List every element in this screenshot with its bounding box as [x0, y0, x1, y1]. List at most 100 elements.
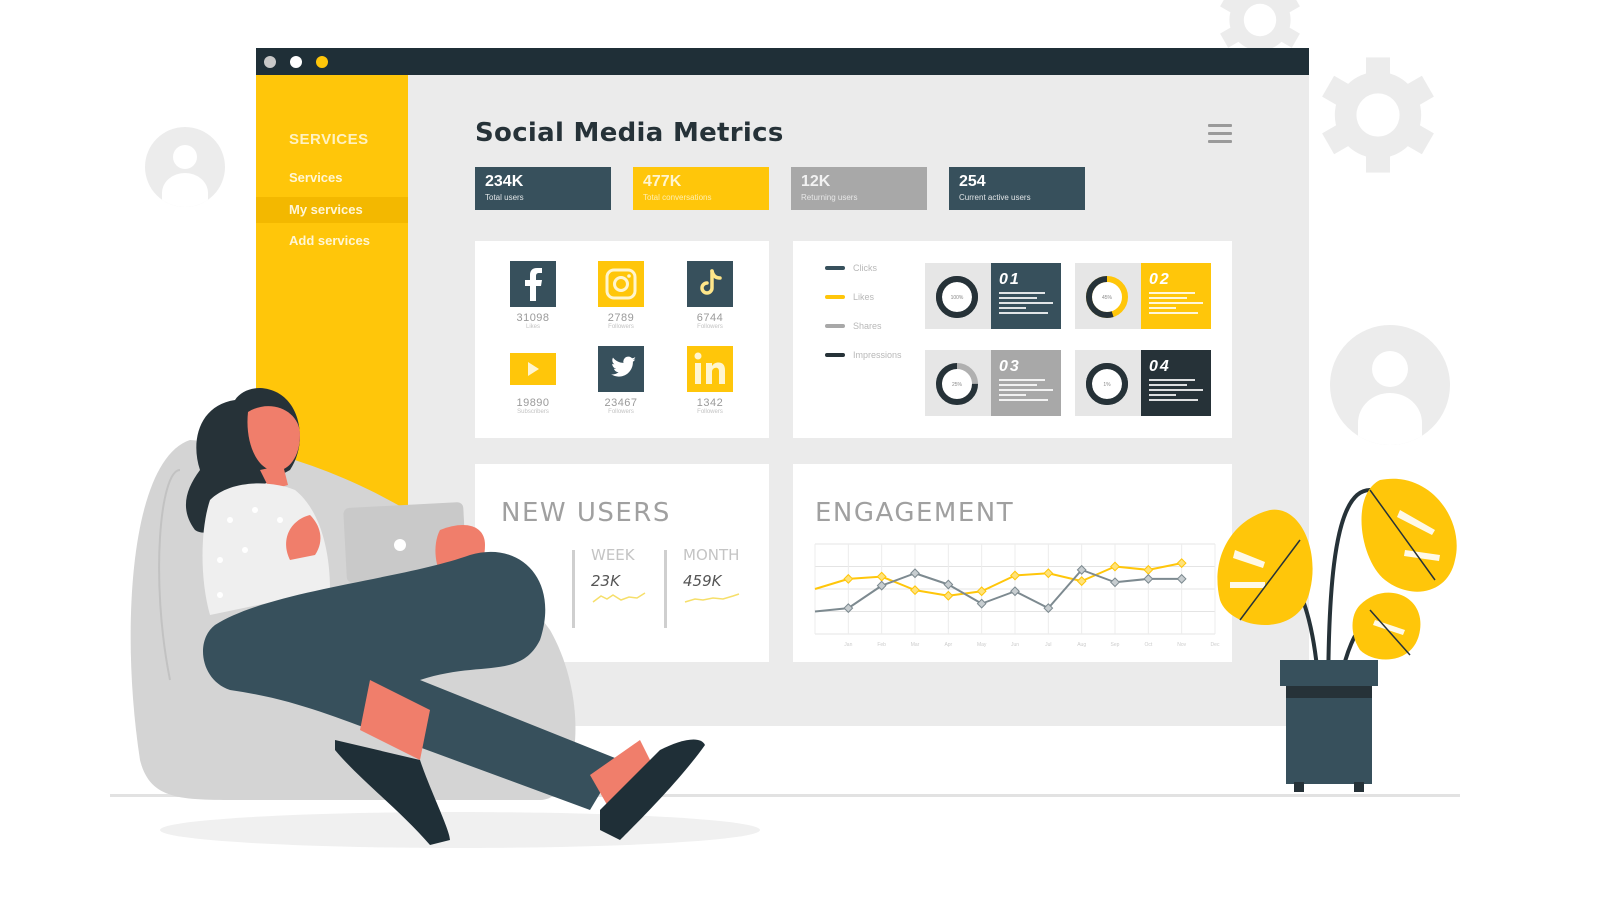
metrics-card: Clicks Likes Shares Impressions 100% 01 4…	[793, 241, 1232, 438]
legend-item-shares: Shares	[825, 321, 882, 331]
donut-percent-label: 25%	[952, 382, 963, 388]
placeholder-text-line	[999, 307, 1026, 309]
window-dot-maximize[interactable]	[316, 56, 328, 68]
placeholder-text-line	[999, 399, 1048, 401]
legend-label: Shares	[853, 321, 882, 331]
x-tick-label: Feb	[877, 642, 886, 648]
donut-percent-label: 1%	[1103, 382, 1111, 388]
legend-item-clicks: Clicks	[825, 263, 877, 273]
placeholder-text-line	[1149, 302, 1203, 304]
placeholder-text-line	[1149, 379, 1195, 381]
social-count: 2789	[607, 312, 635, 324]
data-point-clicks	[943, 579, 954, 590]
x-tick-label: Aug	[1077, 642, 1086, 648]
data-point-likes	[1043, 568, 1054, 579]
stat-card-active-users: 254 Current active users	[949, 167, 1085, 210]
user-avatar-decoration-left	[145, 127, 225, 207]
metric-tile-02[interactable]: 45% 02	[1075, 263, 1211, 329]
tiktok-icon	[687, 261, 733, 307]
data-point-clicks	[1110, 577, 1120, 588]
metric-panel: 01	[991, 263, 1061, 329]
metric-number: 01	[999, 271, 1021, 288]
legend-item-likes: Likes	[825, 292, 874, 302]
window-titlebar	[256, 48, 1309, 75]
placeholder-text-line	[999, 302, 1053, 304]
sidebar-item-services[interactable]: Services	[256, 165, 408, 191]
stat-value: 12K	[801, 173, 831, 190]
social-count-label: Likes	[525, 324, 540, 330]
donut-chart: 1%	[1086, 363, 1128, 405]
data-point-clicks	[976, 598, 987, 609]
data-point-likes	[910, 585, 920, 596]
social-instagram[interactable]: 2789 Followers	[591, 261, 651, 330]
metric-number: 02	[1149, 271, 1171, 288]
stat-card-returning-users: 12K Returning users	[791, 167, 927, 210]
x-tick-label: Jan	[844, 642, 852, 648]
placeholder-text-line	[999, 297, 1037, 299]
placeholder-text-line	[999, 389, 1053, 391]
legend-label: Likes	[853, 292, 875, 302]
x-tick-label: Nov	[1177, 642, 1186, 648]
x-tick-label: Jun	[1011, 642, 1019, 648]
legend-swatch	[825, 266, 845, 270]
legend-label: Impressions	[853, 350, 902, 360]
sidebar-item-my-services[interactable]: My services	[256, 197, 408, 223]
placeholder-text-line	[1149, 389, 1203, 391]
stat-value: 477K	[643, 173, 682, 190]
donut-chart: 45%	[1086, 276, 1128, 318]
legend-item-impressions: Impressions	[825, 350, 902, 360]
stat-value: 234K	[485, 173, 524, 190]
facebook-icon	[510, 261, 556, 307]
window-dot-close[interactable]	[264, 56, 276, 68]
potted-plant-illustration	[1217, 478, 1457, 792]
page-title: Social Media Metrics	[475, 118, 784, 148]
gear-icon	[1322, 57, 1434, 173]
x-tick-label: Oct	[1144, 642, 1152, 648]
social-facebook[interactable]: 31098 Likes	[503, 261, 563, 330]
stat-label: Total users	[485, 193, 524, 202]
stat-label: Total conversations	[643, 193, 712, 202]
metric-panel: 04	[1141, 350, 1211, 416]
metric-number: 03	[999, 358, 1021, 375]
engagement-chart: Jan Feb Mar Apr May Jun Jul Aug Sep Oct Nov Dec	[814, 543, 1220, 648]
plant-pot-rim	[1280, 660, 1378, 686]
metric-tile-03[interactable]: 25% 03	[925, 350, 1061, 416]
series-line-clicks	[814, 568, 1182, 613]
series-line-likes	[814, 562, 1182, 597]
metric-tile-04[interactable]: 1% 04	[1075, 350, 1211, 416]
sidebar-item-add-services[interactable]: Add services	[256, 228, 408, 254]
metric-tile-01[interactable]: 100% 01	[925, 263, 1061, 329]
data-point-likes	[1076, 576, 1087, 587]
social-tiktok[interactable]: 6744 Followers	[680, 261, 740, 330]
legend-swatch	[825, 324, 845, 328]
x-tick-label: Jul	[1045, 642, 1051, 648]
metric-panel: 02	[1141, 263, 1211, 329]
social-count: 6744	[696, 312, 724, 324]
x-tick-label: Apr	[944, 642, 952, 648]
donut-chart: 100%	[936, 276, 978, 318]
woman-on-beanbag-illustration	[130, 388, 705, 845]
monstera-leaf	[1361, 478, 1457, 592]
placeholder-text-line	[1149, 399, 1198, 401]
metric-panel: 03	[991, 350, 1061, 416]
data-point-likes	[976, 586, 987, 597]
data-point-clicks	[1143, 573, 1154, 584]
data-point-likes	[1010, 570, 1020, 581]
plant-pot	[1286, 686, 1372, 784]
window-dot-minimize[interactable]	[290, 56, 302, 68]
x-tick-label: May	[977, 642, 987, 648]
placeholder-text-line	[999, 312, 1048, 314]
legend-label: Clicks	[853, 263, 877, 273]
instagram-icon-bg	[598, 261, 644, 307]
stat-card-total-users: 234K Total users	[475, 167, 611, 210]
data-point-likes	[1110, 561, 1120, 572]
placeholder-text-line	[1149, 297, 1187, 299]
monstera-leaf	[1217, 509, 1313, 625]
hamburger-menu-icon[interactable]	[1208, 124, 1232, 146]
placeholder-text-line	[1149, 312, 1198, 314]
placeholder-text-line	[1149, 307, 1176, 309]
x-tick-label: Sep	[1111, 642, 1120, 648]
stat-value: 254	[959, 173, 986, 190]
legend-swatch	[825, 295, 845, 299]
stat-label: Current active users	[959, 193, 1031, 202]
